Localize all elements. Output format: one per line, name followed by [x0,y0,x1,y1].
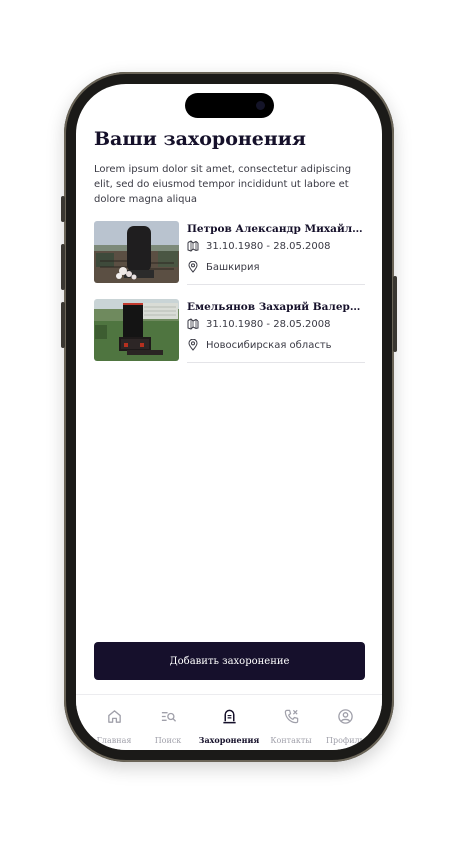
burial-card[interactable]: Петров Александр Михайлович 31.10.1980 -… [94,221,365,285]
home-icon [107,710,121,723]
page-title: Ваши захоронения [94,128,306,150]
tombstone-icon [222,709,236,724]
phone-power-button [393,276,397,352]
burial-dates-row: 31.10.1980 - 28.05.2008 [187,318,330,330]
burial-photo [94,221,179,283]
bottom-tab-bar: Главная Поиск Захоронения Контакты Профи… [76,694,382,750]
burial-name: Петров Александр Михайлович [187,223,365,235]
app-screen: Ваши захоронения Lorem ipsum dolor sit a… [76,84,382,750]
tab-search[interactable]: Поиск [137,708,199,747]
burial-location-row: Новосибирская область [187,339,332,351]
page-intro: Lorem ipsum dolor sit amet, consectetur … [94,164,352,205]
tab-label: Профиль [326,736,364,745]
calendar-icon [187,318,199,330]
tab-label: Главная [96,736,132,745]
location-pin-icon [188,261,198,273]
burial-location-row: Башкирия [187,261,260,273]
phone-icon [284,709,298,724]
card-divider [187,284,365,285]
tab-home[interactable]: Главная [83,708,145,747]
tab-label: Поиск [154,736,182,745]
tab-burials[interactable]: Захоронения [198,708,260,747]
burial-card[interactable]: Емельянов Захарий Валерьевич 31.10.1980 … [94,299,365,363]
search-list-icon [161,712,176,722]
dynamic-island [185,93,274,118]
burial-location: Башкирия [206,261,260,273]
add-burial-button[interactable]: Добавить захоронение [94,642,365,680]
calendar-icon [187,240,199,252]
burial-dates-row: 31.10.1980 - 28.05.2008 [187,240,330,252]
phone-volume-up-button [61,244,65,290]
burial-dates: 31.10.1980 - 28.05.2008 [206,240,331,252]
burial-location: Новосибирская область [206,339,332,351]
card-divider [187,362,365,363]
phone-volume-down-button [61,302,65,348]
profile-icon [337,709,353,724]
location-pin-icon [188,339,198,351]
burial-dates: 31.10.1980 - 28.05.2008 [206,318,331,330]
tab-label: Контакты [270,736,312,745]
tab-contacts[interactable]: Контакты [260,708,322,747]
phone-action-button [61,196,65,222]
tab-profile[interactable]: Профиль [314,708,376,747]
tab-label: Захоронения [198,735,260,745]
burial-name: Емельянов Захарий Валерьевич [187,301,365,313]
burial-photo [94,299,179,361]
